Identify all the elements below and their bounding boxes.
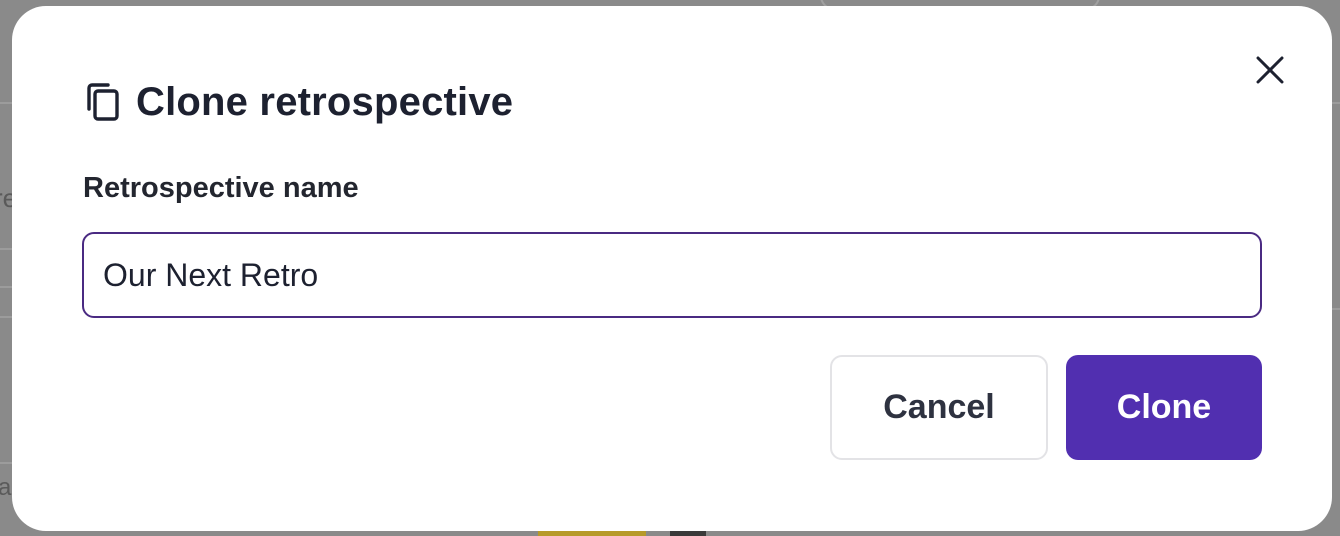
clone-button[interactable]: Clone [1066, 355, 1262, 460]
close-button[interactable] [1248, 48, 1292, 92]
dialog-title: Clone retrospective [136, 79, 514, 124]
cancel-button[interactable]: Cancel [830, 355, 1048, 460]
background-divider [1332, 102, 1340, 104]
dialog-header: Clone retrospective [84, 78, 513, 126]
retrospective-name-input[interactable] [82, 232, 1262, 318]
background-divider [0, 316, 12, 318]
clone-retrospective-dialog: Clone retrospective Retrospective name C… [12, 6, 1332, 531]
background-divider [1332, 308, 1340, 310]
copy-icon [84, 83, 122, 121]
background-divider [0, 462, 12, 464]
background-divider [0, 286, 12, 288]
close-icon [1256, 56, 1284, 84]
background-divider [0, 248, 12, 250]
background-divider [0, 102, 12, 104]
retrospective-name-label: Retrospective name [83, 172, 359, 204]
background-text-fragment: a [0, 474, 12, 501]
